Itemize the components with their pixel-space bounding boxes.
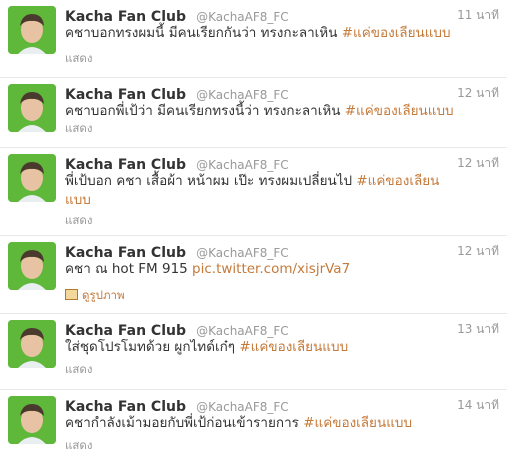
user-fullname[interactable]: Kacha Fan Club	[65, 323, 186, 339]
hashtag-link[interactable]: #แค่ของเลียนแบบ	[345, 103, 454, 119]
photo-icon	[65, 289, 78, 300]
tweet-text: คชา ณ hot FM 915 pic.twitter.com/xisjrVa…	[65, 260, 501, 279]
tweet-timeline: Kacha Fan Club @KachaAF8_FC 11 นาที คชาบ…	[0, 0, 507, 461]
tweet-item[interactable]: Kacha Fan Club @KachaAF8_FC 13 นาที ใส่ช…	[0, 314, 507, 390]
avatar[interactable]	[8, 84, 56, 132]
expand-link[interactable]: แสดง	[65, 361, 93, 379]
tweet-text-body: คชา ณ hot FM 915	[65, 261, 193, 277]
tweet-item[interactable]: Kacha Fan Club @KachaAF8_FC 12 นาที พี่เ…	[0, 148, 507, 236]
user-fullname[interactable]: Kacha Fan Club	[65, 157, 186, 173]
user-fullname[interactable]: Kacha Fan Club	[65, 245, 186, 261]
user-fullname[interactable]: Kacha Fan Club	[65, 399, 186, 415]
tweet-text: ใส่ชุดโปรโมทด้วย ผูกไทด์เก๋ๆ #แค่ของเลีย…	[65, 338, 501, 357]
avatar[interactable]	[8, 396, 56, 444]
tweet-item[interactable]: Kacha Fan Club @KachaAF8_FC 14 นาที คชาก…	[0, 390, 507, 461]
tweet-timestamp[interactable]: 12 นาที	[457, 242, 499, 261]
expand-link[interactable]: แสดง	[65, 437, 93, 455]
tweet-text: คชาบอกทรงผมนี้ มีคนเรียกกันว่า ทรงกะลาเห…	[65, 24, 501, 43]
tweet-timestamp[interactable]: 12 นาที	[457, 84, 499, 103]
user-handle[interactable]: @KachaAF8_FC	[196, 324, 289, 338]
avatar[interactable]	[8, 320, 56, 368]
expand-link[interactable]: แสดง	[65, 212, 93, 230]
user-handle[interactable]: @KachaAF8_FC	[196, 158, 289, 172]
avatar[interactable]	[8, 6, 56, 54]
view-photo-label[interactable]: ดูรูปภาพ	[82, 288, 125, 302]
tweet-timestamp[interactable]: 13 นาที	[457, 320, 499, 339]
user-handle[interactable]: @KachaAF8_FC	[196, 400, 289, 414]
expand-link[interactable]: แสดง	[65, 120, 93, 138]
hashtag-link[interactable]: #แค่ของเลียนแบบ	[342, 25, 451, 41]
user-handle[interactable]: @KachaAF8_FC	[196, 246, 289, 260]
tweet-text-body: คชาบอกทรงผมนี้ มีคนเรียกกันว่า ทรงกะลาเห…	[65, 25, 342, 41]
hashtag-link[interactable]: #แค่ของเลียนแบบ	[239, 339, 348, 355]
user-fullname[interactable]: Kacha Fan Club	[65, 9, 186, 25]
tweet-timestamp[interactable]: 12 นาที	[457, 154, 499, 173]
avatar[interactable]	[8, 242, 56, 290]
tweet-text-body: คชาบอกพี่เป้ว่า มีคนเรียกทรงนี้ว่า ทรงกะ…	[65, 103, 345, 119]
hashtag-link[interactable]: #แค่ของเลียนแบบ	[303, 415, 412, 431]
tweet-text: คชากำลังเม้ามอยกับพี่เป้ก่อนเข้ารายการ #…	[65, 414, 501, 433]
tweet-item[interactable]: Kacha Fan Club @KachaAF8_FC 12 นาที คชาบ…	[0, 78, 507, 148]
tweet-text: พี่เป้บอก คชา เสื้อผ้า หน้าผม เป๊ะ ทรงผม…	[65, 172, 447, 210]
view-photo-link[interactable]: ดูรูปภาพ	[65, 287, 125, 305]
tweet-text-body: ใส่ชุดโปรโมทด้วย ผูกไทด์เก๋ๆ	[65, 339, 240, 355]
tweet-text: คชาบอกพี่เป้ว่า มีคนเรียกทรงนี้ว่า ทรงกะ…	[65, 102, 501, 121]
photo-link[interactable]: pic.twitter.com/xisjrVa7	[192, 261, 350, 277]
expand-link[interactable]: แสดง	[65, 50, 93, 68]
user-handle[interactable]: @KachaAF8_FC	[196, 10, 289, 24]
tweet-item[interactable]: Kacha Fan Club @KachaAF8_FC 12 นาที คชา …	[0, 236, 507, 314]
avatar[interactable]	[8, 154, 56, 202]
tweet-timestamp[interactable]: 11 นาที	[457, 6, 499, 25]
user-fullname[interactable]: Kacha Fan Club	[65, 87, 186, 103]
tweet-timestamp[interactable]: 14 นาที	[457, 396, 499, 415]
tweet-item[interactable]: Kacha Fan Club @KachaAF8_FC 11 นาที คชาบ…	[0, 0, 507, 78]
tweet-text-body: คชากำลังเม้ามอยกับพี่เป้ก่อนเข้ารายการ	[65, 415, 304, 431]
user-handle[interactable]: @KachaAF8_FC	[196, 88, 289, 102]
tweet-text-body: พี่เป้บอก คชา เสื้อผ้า หน้าผม เป๊ะ ทรงผม…	[65, 173, 357, 189]
